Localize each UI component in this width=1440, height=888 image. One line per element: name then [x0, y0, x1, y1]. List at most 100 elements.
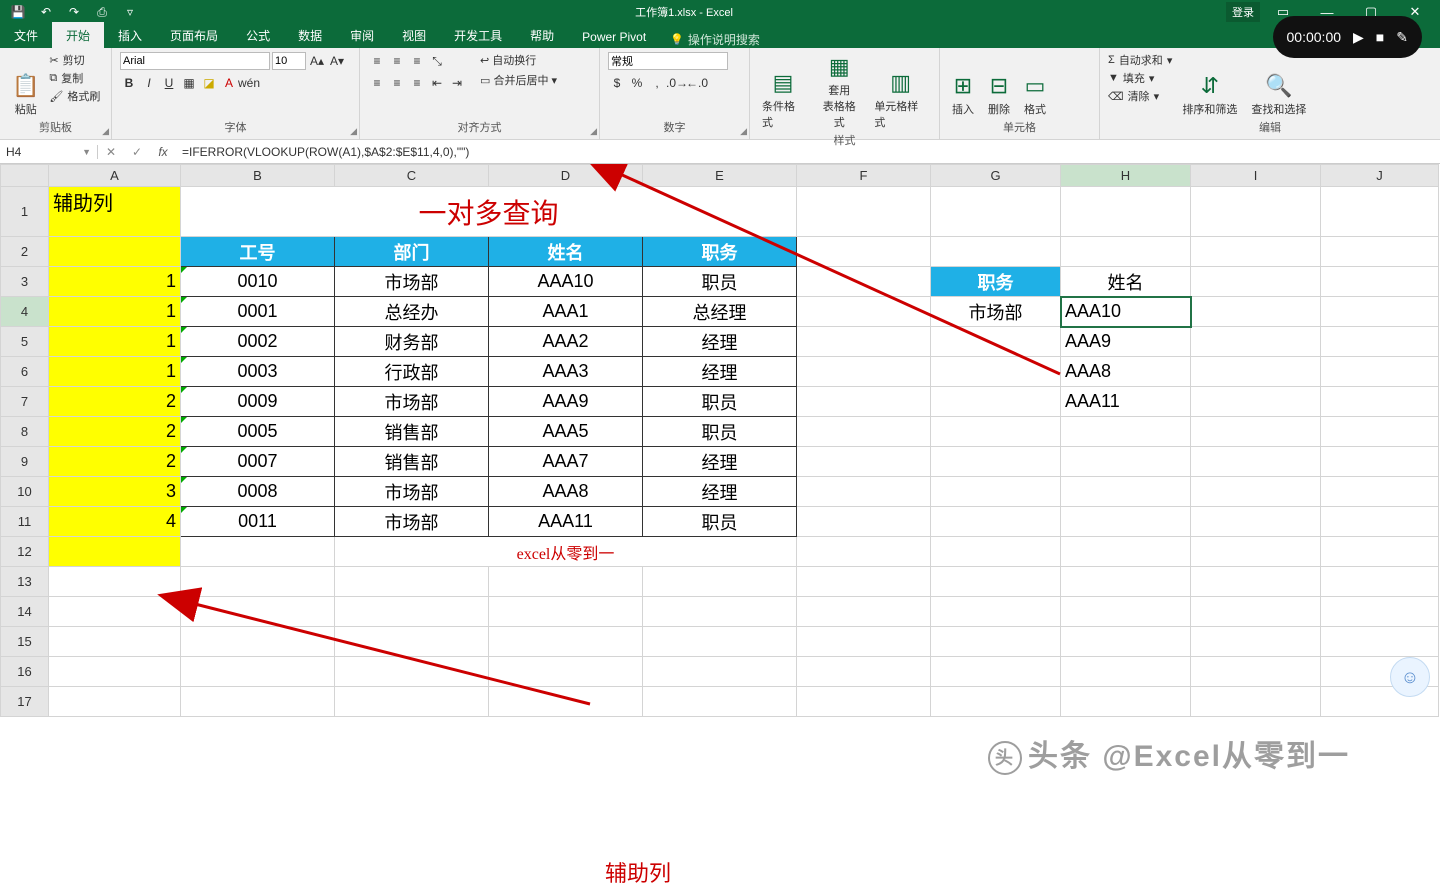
col-I[interactable]: I — [1191, 165, 1321, 187]
row-3[interactable]: 3 — [1, 267, 49, 297]
increase-font-icon[interactable]: A▴ — [308, 52, 326, 70]
clipboard-launcher-icon[interactable]: ◢ — [102, 126, 109, 137]
row-13[interactable]: 13 — [1, 567, 49, 597]
col-D[interactable]: D — [489, 165, 643, 187]
cell-C5[interactable]: 财务部 — [335, 327, 489, 357]
decrease-font-icon[interactable]: A▾ — [328, 52, 346, 70]
phonetic-button[interactable]: wén — [240, 74, 258, 92]
col-J[interactable]: J — [1321, 165, 1439, 187]
cell-title[interactable]: 一对多查询 — [181, 187, 797, 237]
select-all[interactable] — [1, 165, 49, 187]
cell-D8[interactable]: AAA5 — [489, 417, 643, 447]
format-painter-button[interactable]: 🖌格式刷 — [49, 88, 100, 104]
cell-D3[interactable]: AAA10 — [489, 267, 643, 297]
paste-button[interactable]: 📋 粘贴 — [8, 52, 43, 119]
font-size-select[interactable] — [272, 52, 306, 70]
cell-E3[interactable]: 职员 — [643, 267, 797, 297]
tab-home[interactable]: 开始 — [52, 22, 104, 48]
row-5[interactable]: 5 — [1, 327, 49, 357]
wrap-text-button[interactable]: ↩ 自动换行 — [480, 52, 557, 68]
indent-inc-icon[interactable]: ⇥ — [448, 74, 466, 92]
cut-button[interactable]: ✂剪切 — [49, 52, 84, 68]
align-right-icon[interactable]: ≡ — [408, 74, 426, 92]
orientation-icon[interactable]: ⤡ — [428, 52, 446, 70]
tab-layout[interactable]: 页面布局 — [156, 23, 232, 48]
row-9[interactable]: 9 — [1, 447, 49, 477]
number-format-select[interactable] — [608, 52, 728, 70]
col-G[interactable]: G — [931, 165, 1061, 187]
cell-C7[interactable]: 市场部 — [335, 387, 489, 417]
cell-H3[interactable]: 姓名 — [1061, 267, 1191, 297]
cell-C2[interactable]: 部门 — [335, 237, 489, 267]
login-button[interactable]: 登录 — [1226, 2, 1260, 22]
col-H[interactable]: H — [1061, 165, 1191, 187]
row-14[interactable]: 14 — [1, 597, 49, 627]
cell-B7[interactable]: 0009 — [181, 387, 335, 417]
col-C[interactable]: C — [335, 165, 489, 187]
cell-E8[interactable]: 职员 — [643, 417, 797, 447]
quickprint-icon[interactable]: ⎙ — [90, 2, 114, 22]
clear-button[interactable]: ⌫ 清除 ▾ — [1108, 88, 1159, 104]
cell-A12[interactable] — [49, 537, 181, 567]
merge-button[interactable]: ▭ 合并后居中 ▾ — [480, 72, 557, 88]
align-middle-icon[interactable]: ≡ — [388, 52, 406, 70]
delete-cells-button[interactable]: ⊟删除 — [984, 52, 1014, 119]
tab-review[interactable]: 审阅 — [336, 23, 388, 48]
fx-icon[interactable]: fx — [150, 145, 176, 159]
quick-icon[interactable]: ▿ — [118, 2, 142, 22]
cell-B4[interactable]: 0001 — [181, 297, 335, 327]
insert-cells-button[interactable]: ⊞插入 — [948, 52, 978, 119]
cell-D10[interactable]: AAA8 — [489, 477, 643, 507]
cell-A4[interactable]: 1 — [49, 297, 181, 327]
col-E[interactable]: E — [643, 165, 797, 187]
tab-view[interactable]: 视图 — [388, 23, 440, 48]
sort-filter-button[interactable]: ⇵排序和筛选 — [1178, 52, 1241, 119]
cell-E7[interactable]: 职员 — [643, 387, 797, 417]
cell-B9[interactable]: 0007 — [181, 447, 335, 477]
table-style-button[interactable]: ▦套用 表格格式 — [814, 52, 864, 132]
cell-D2[interactable]: 姓名 — [489, 237, 643, 267]
cell-D4[interactable]: AAA1 — [489, 297, 643, 327]
cell-A5[interactable]: 1 — [49, 327, 181, 357]
cell-C10[interactable]: 市场部 — [335, 477, 489, 507]
tab-data[interactable]: 数据 — [284, 23, 336, 48]
tab-insert[interactable]: 插入 — [104, 23, 156, 48]
cell-E2[interactable]: 职务 — [643, 237, 797, 267]
cell-B2[interactable]: 工号 — [181, 237, 335, 267]
cell-E4[interactable]: 总经理 — [643, 297, 797, 327]
tab-formulas[interactable]: 公式 — [232, 23, 284, 48]
italic-button[interactable]: I — [140, 74, 158, 92]
percent-icon[interactable]: % — [628, 74, 646, 92]
cell-B6[interactable]: 0003 — [181, 357, 335, 387]
row-12[interactable]: 12 — [1, 537, 49, 567]
align-center-icon[interactable]: ≡ — [388, 74, 406, 92]
row-2[interactable]: 2 — [1, 237, 49, 267]
cell-H5[interactable]: AAA9 — [1061, 327, 1191, 357]
border-button[interactable]: ▦ — [180, 74, 198, 92]
font-launcher-icon[interactable]: ◢ — [350, 126, 357, 137]
fill-color-button[interactable]: ◪ — [200, 74, 218, 92]
assistant-icon[interactable]: ☺ — [1390, 657, 1430, 697]
cell-E5[interactable]: 经理 — [643, 327, 797, 357]
align-launcher-icon[interactable]: ◢ — [590, 126, 597, 137]
cell-A9[interactable]: 2 — [49, 447, 181, 477]
cancel-formula-icon[interactable]: ✕ — [98, 145, 124, 159]
col-headers[interactable]: A B C D E F G H I J — [1, 165, 1439, 187]
save-icon[interactable]: 💾 — [6, 2, 30, 22]
cell-C3[interactable]: 市场部 — [335, 267, 489, 297]
cell-G4[interactable]: 市场部 — [931, 297, 1061, 327]
row-7[interactable]: 7 — [1, 387, 49, 417]
font-name-select[interactable] — [120, 52, 270, 70]
cell-C11[interactable]: 市场部 — [335, 507, 489, 537]
col-F[interactable]: F — [797, 165, 931, 187]
copy-button[interactable]: ⧉复制 — [49, 70, 83, 86]
cell-A6[interactable]: 1 — [49, 357, 181, 387]
tab-dev[interactable]: 开发工具 — [440, 23, 516, 48]
font-color-button[interactable]: A — [220, 74, 238, 92]
number-launcher-icon[interactable]: ◢ — [740, 126, 747, 137]
align-top-icon[interactable]: ≡ — [368, 52, 386, 70]
cell-A7[interactable]: 2 — [49, 387, 181, 417]
row-11[interactable]: 11 — [1, 507, 49, 537]
spreadsheet[interactable]: A B C D E F G H I J 1 辅助列 一对多查询 2 工号 部门 … — [0, 164, 1440, 717]
cell-A3[interactable]: 1 — [49, 267, 181, 297]
